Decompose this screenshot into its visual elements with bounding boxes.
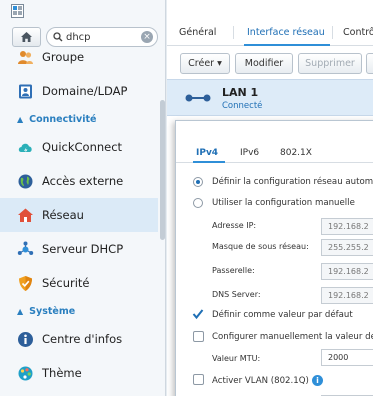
sidebar-scrollbar[interactable] — [160, 100, 165, 240]
quickconnect-icon — [17, 139, 34, 156]
sidebar-item-domain-ldap[interactable]: Domaine/LDAP — [0, 74, 158, 108]
delete-button[interactable]: Supprimer — [298, 53, 362, 74]
tab-8021x[interactable]: 802.1X — [280, 148, 312, 158]
gateway-label: Passerelle: — [212, 266, 255, 275]
network-port-icon — [185, 94, 211, 102]
sidebar-item-theme[interactable]: Thème — [0, 356, 158, 390]
dhcp-server-icon — [17, 241, 34, 258]
sidebar-item-label: Réseau — [42, 208, 84, 222]
subnet-mask-field[interactable]: 255.255.2 — [321, 239, 373, 256]
shield-icon — [17, 275, 34, 292]
gateway-field[interactable]: 192.168.2 — [321, 263, 373, 280]
main-tabs: Général Interface réseau Contrô — [167, 20, 373, 46]
sidebar-item-label: Accès externe — [42, 174, 124, 188]
sidebar-nav: Groupe Domaine/LDAP ▲ Connectivité Quick… — [0, 40, 158, 390]
toolbar: Créer ▾ Modifier Supprimer — [167, 50, 373, 76]
subnet-mask-label: Masque de sous réseau: — [212, 242, 309, 251]
sidebar-item-quickconnect[interactable]: QuickConnect — [0, 130, 158, 164]
section-system[interactable]: ▲ Système — [0, 300, 158, 322]
sidebar-item-dhcp-server[interactable]: Serveur DHCP — [0, 232, 158, 266]
sidebar-item-label: Groupe — [42, 50, 85, 64]
sidebar-item-label: Serveur DHCP — [42, 242, 124, 256]
section-label: Système — [29, 305, 76, 317]
tab-network-interface[interactable]: Interface réseau — [247, 27, 325, 38]
more-button[interactable] — [366, 53, 373, 74]
tab-separator — [332, 26, 333, 39]
window-menu-icon[interactable] — [11, 4, 24, 18]
sidebar-item-external-access[interactable]: Accès externe — [0, 164, 158, 198]
dialog-tabs: IPv4 IPv6 802.1X — [176, 141, 373, 163]
main-pane: Général Interface réseau Contrô Créer ▾ … — [167, 0, 373, 396]
active-tab-indicator — [244, 44, 330, 46]
theme-icon — [17, 365, 34, 382]
dns-server-label: DNS Server: — [212, 290, 261, 299]
section-connectivity[interactable]: ▲ Connectivité — [0, 108, 158, 130]
collapse-caret-icon: ▲ — [17, 114, 24, 124]
manual-config-label: Utiliser la configuration manuelle — [212, 198, 355, 208]
create-button[interactable]: Créer ▾ — [180, 53, 230, 74]
domain-ldap-icon — [17, 83, 34, 100]
group-icon — [17, 49, 34, 66]
vlan-checkbox[interactable] — [193, 374, 204, 385]
tab-ipv4[interactable]: IPv4 — [196, 148, 218, 158]
mtu-label: Valeur MTU: — [212, 354, 261, 363]
auto-config-label: Définir la configuration réseau automa — [212, 177, 373, 187]
vlan-label: Activer VLAN (802.1Q) — [212, 376, 309, 386]
sidebar-item-label: QuickConnect — [42, 140, 123, 154]
dns-server-field[interactable]: 192.168.2 — [321, 287, 373, 304]
lan-list-item[interactable]: LAN 1 Connecté — [167, 79, 373, 116]
ip-address-field[interactable]: 192.168.2 — [321, 218, 373, 235]
sidebar-item-security[interactable]: Sécurité — [0, 266, 158, 300]
active-tab-indicator — [193, 161, 225, 163]
sidebar-item-label: Domaine/LDAP — [42, 84, 128, 98]
sidebar-item-info-center[interactable]: Centre d'infos — [0, 322, 158, 356]
modify-button[interactable]: Modifier — [235, 53, 293, 74]
home-network-icon — [17, 207, 34, 224]
sidebar-item-label: Thème — [42, 366, 82, 380]
mtu-field[interactable]: 2000 — [321, 349, 373, 366]
manual-config-radio[interactable] — [193, 198, 203, 208]
lan-status: Connecté — [222, 101, 263, 111]
sidebar-item-label: Sécurité — [42, 276, 90, 290]
sidebar: × Groupe Domai — [0, 0, 166, 396]
collapse-caret-icon: ▲ — [17, 306, 24, 316]
auto-config-radio[interactable] — [193, 177, 203, 187]
manual-mtu-checkbox[interactable] — [193, 331, 204, 342]
tab-general[interactable]: Général — [179, 27, 216, 38]
globe-icon — [17, 173, 34, 190]
manual-mtu-label: Configurer manuellement la valeur de — [212, 332, 373, 342]
section-label: Connectivité — [29, 113, 97, 125]
tab-control[interactable]: Contrô — [343, 27, 373, 38]
sidebar-item-label: Centre d'infos — [42, 332, 123, 346]
ip-address-label: Adresse IP: — [212, 221, 257, 230]
tab-ipv6[interactable]: IPv6 — [240, 148, 259, 158]
lan-name: LAN 1 — [222, 86, 259, 99]
default-label: Définir comme valeur par défaut — [212, 310, 353, 320]
tab-separator — [233, 26, 234, 39]
sidebar-item-group[interactable]: Groupe — [0, 40, 158, 74]
default-checkbox[interactable] — [192, 308, 204, 320]
info-tooltip-icon[interactable]: i — [312, 375, 323, 386]
edit-interface-dialog: IPv4 IPv6 802.1X Définir la configuratio… — [175, 120, 373, 396]
sidebar-item-network[interactable]: Réseau — [0, 198, 158, 232]
info-icon — [17, 331, 34, 348]
